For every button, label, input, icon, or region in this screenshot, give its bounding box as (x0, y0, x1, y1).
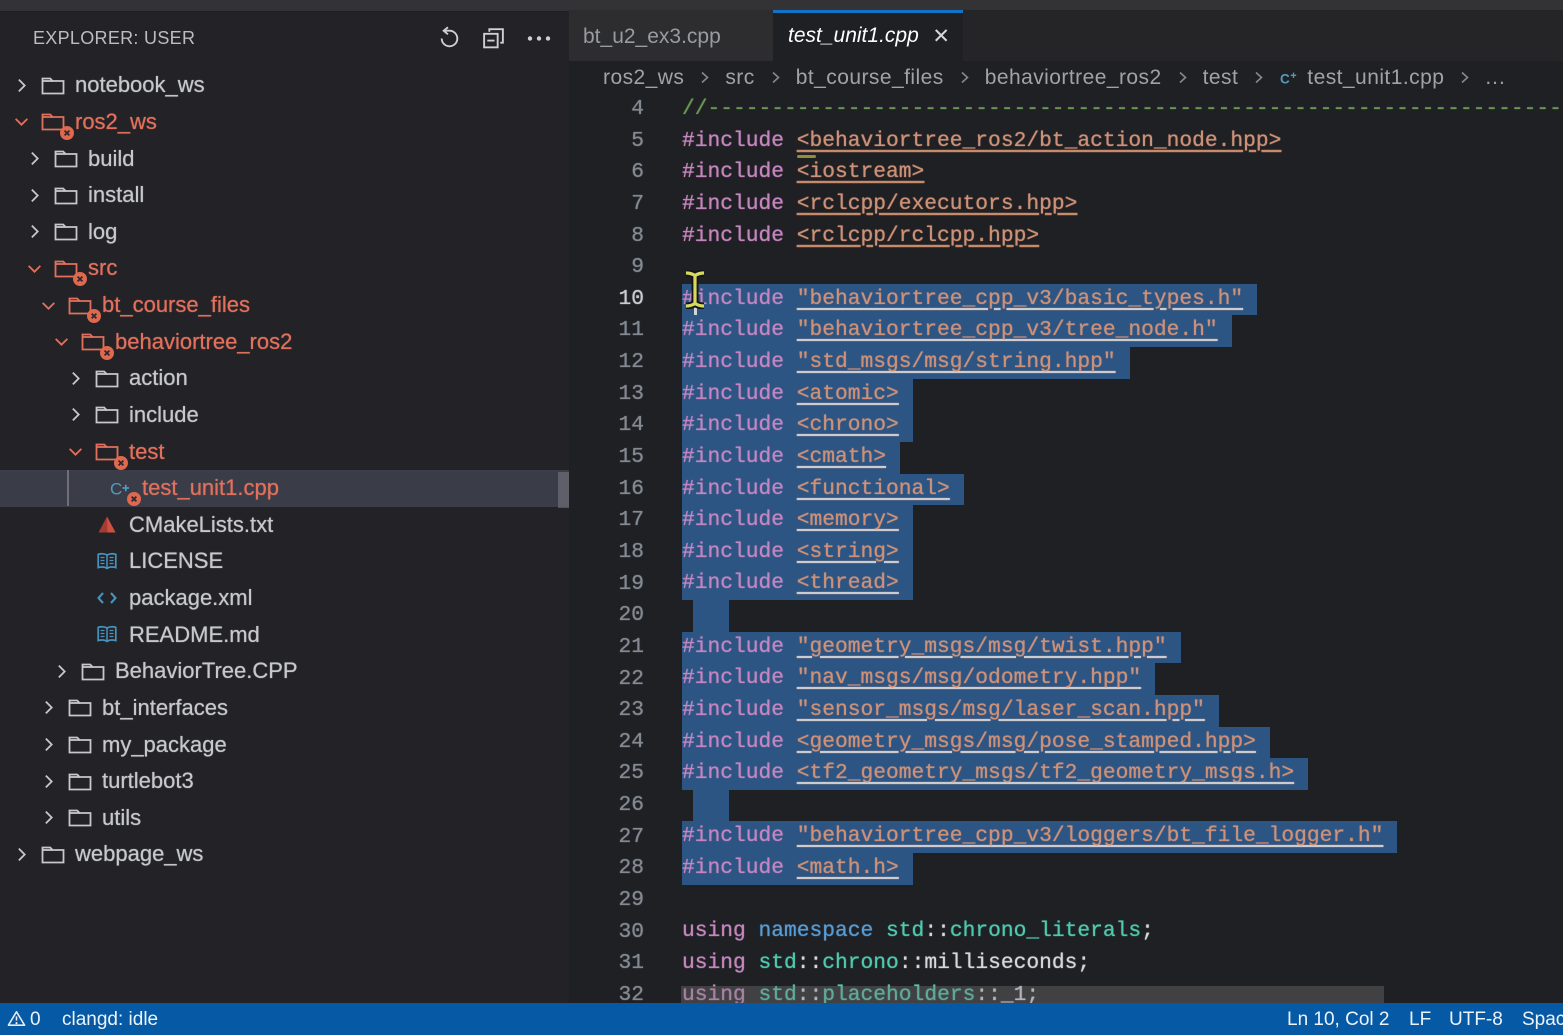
svg-text:C: C (110, 480, 122, 499)
svg-text:C: C (1280, 71, 1290, 86)
